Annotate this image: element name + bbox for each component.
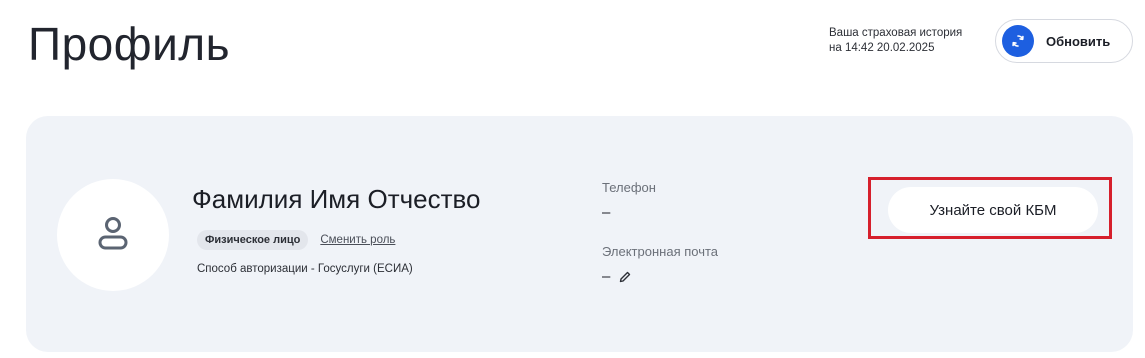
role-row: Физическое лицо Сменить роль (197, 230, 395, 250)
check-kbm-button[interactable]: Узнайте свой КБМ (888, 187, 1098, 233)
user-icon (93, 213, 133, 258)
refresh-icon (1002, 25, 1034, 57)
phone-value: – (602, 204, 610, 221)
phone-value-text: – (602, 204, 611, 221)
role-badge: Физическое лицо (197, 230, 309, 250)
pencil-icon[interactable] (618, 270, 632, 284)
refresh-button-label: Обновить (1046, 33, 1111, 49)
email-value-text: – (602, 268, 611, 285)
profile-page: Профиль Ваша страховая история на 14:42 … (0, 0, 1145, 358)
change-role-link[interactable]: Сменить роль (320, 234, 395, 246)
full-name: Фамилия Имя Отчество (192, 184, 481, 214)
auth-method: Способ авторизации - Госуслуги (ЕСИА) (197, 263, 413, 275)
insurance-history-timestamp: Ваша страховая история на 14:42 20.02.20… (829, 26, 962, 56)
email-value: – (602, 268, 632, 285)
history-date: на 14:42 20.02.2025 (829, 42, 935, 54)
page-title: Профиль (28, 18, 231, 70)
phone-label: Телефон (602, 180, 656, 195)
history-caption: Ваша страховая история (829, 27, 963, 39)
profile-card: Фамилия Имя Отчество Физическое лицо Сме… (26, 116, 1133, 352)
email-label: Электронная почта (602, 244, 719, 259)
avatar (57, 179, 169, 291)
refresh-button[interactable]: Обновить (995, 19, 1133, 63)
